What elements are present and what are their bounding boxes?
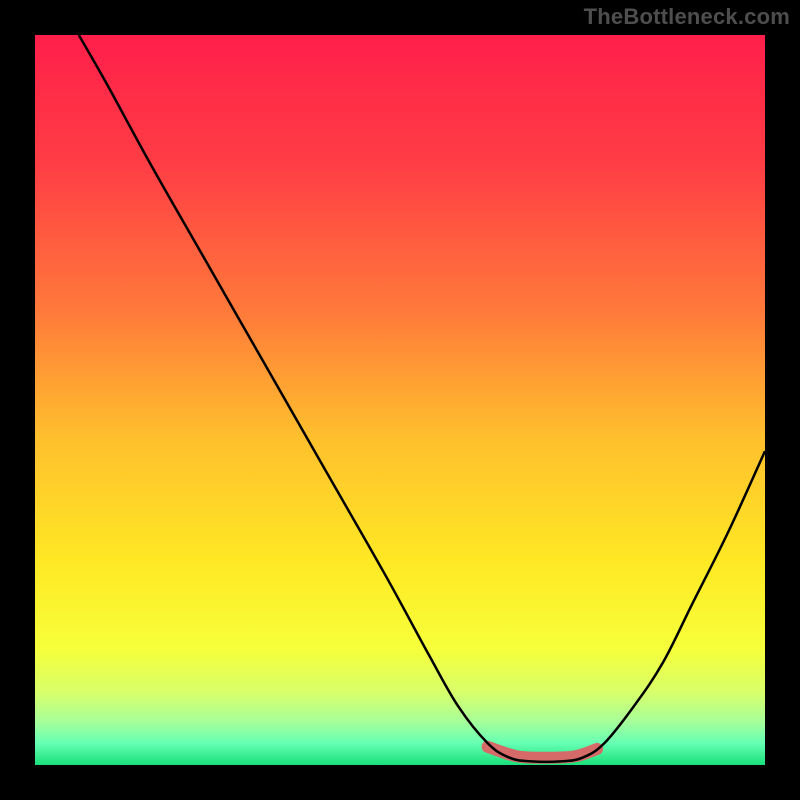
watermark-text: TheBottleneck.com [584, 4, 790, 30]
plot-area [35, 35, 765, 765]
gradient-background [35, 35, 765, 765]
chart-svg [35, 35, 765, 765]
chart-frame: TheBottleneck.com [0, 0, 800, 800]
